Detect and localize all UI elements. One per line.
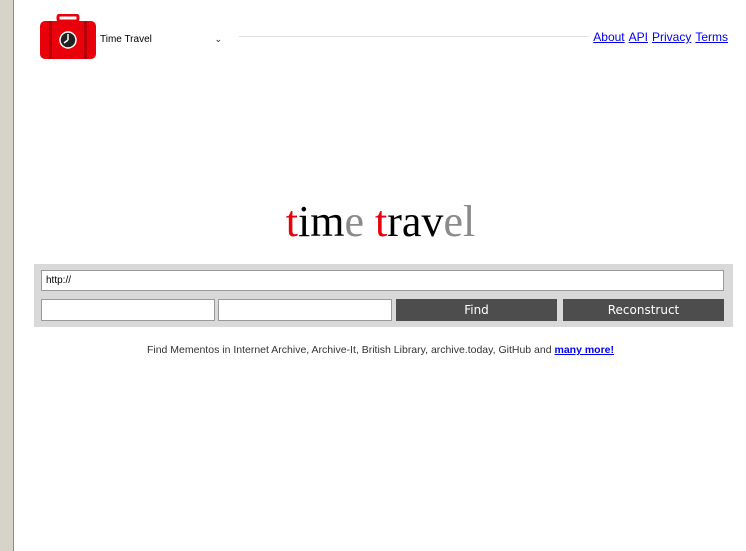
terms-link[interactable]: Terms	[695, 30, 728, 44]
brand-letter: rav	[387, 197, 444, 246]
header-divider	[239, 36, 589, 37]
search-form: Find Reconstruct	[34, 264, 733, 327]
suitcase-clock-icon[interactable]	[40, 14, 96, 60]
tagline-text: Find Mementos in Internet Archive, Archi…	[146, 344, 555, 356]
brand-letter: t	[375, 197, 388, 246]
browser-page: Time Travel ⌄ About API Privacy Terms ti…	[13, 0, 746, 551]
url-input[interactable]	[41, 270, 724, 291]
time-field[interactable]	[218, 299, 392, 321]
reconstruct-button[interactable]: Reconstruct	[563, 299, 724, 321]
date-field[interactable]	[41, 299, 215, 321]
api-link[interactable]: API	[629, 30, 648, 44]
brand-letter	[364, 197, 375, 246]
chevron-down-icon: ⌄	[214, 33, 222, 44]
top-nav: About API Privacy Terms	[593, 30, 728, 44]
tagline: Find Mementos in Internet Archive, Archi…	[14, 344, 746, 356]
privacy-link[interactable]: Privacy	[652, 30, 691, 44]
find-button[interactable]: Find	[396, 299, 557, 321]
brand-letter: el	[443, 197, 476, 246]
brand-letter: im	[298, 197, 345, 246]
service-select[interactable]: Time Travel ⌄	[99, 31, 227, 47]
service-select-value: Time Travel	[100, 33, 152, 45]
many-more-link[interactable]: many more!	[555, 344, 615, 356]
brand-title: time travel	[14, 196, 746, 247]
about-link[interactable]: About	[593, 30, 624, 44]
brand-letter: e	[344, 197, 365, 246]
brand-letter: t	[285, 197, 299, 246]
